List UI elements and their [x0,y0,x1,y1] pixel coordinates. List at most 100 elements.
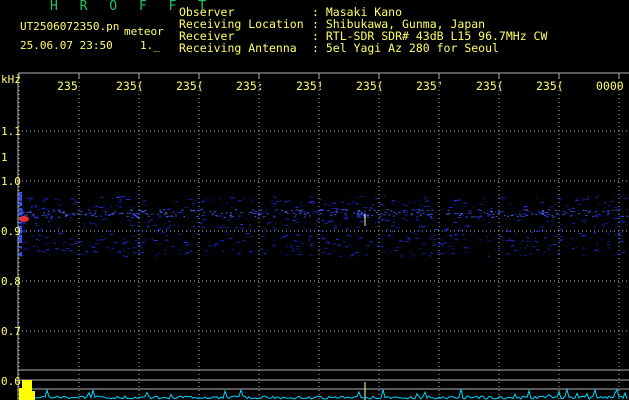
carrier-trace [384,211,387,213]
signal-trace [99,206,104,208]
signal-trace [69,238,74,240]
signal-trace [510,240,515,242]
signal-trace [264,211,268,213]
signal-trace [73,242,78,244]
signal-trace [31,235,35,237]
signal-trace [149,219,153,221]
signal-trace [109,234,114,235]
signal-trace [358,216,362,218]
freq-tick: 0.8 [1,275,21,288]
signal-trace [228,238,232,240]
signal-trace [542,254,544,256]
carrier-trace [43,212,45,214]
signal-trace [132,235,134,237]
signal-trace [89,241,91,243]
signal-trace [391,230,394,232]
signal-trace [452,248,455,250]
signal-trace [137,242,141,244]
signal-trace [431,235,433,237]
signal-trace [590,237,591,239]
signal-trace [272,215,277,217]
signal-trace [351,247,353,249]
signal-trace [70,198,75,200]
signal-trace [106,208,109,210]
freq-tick: 0.9 [1,225,21,238]
signal-trace [152,225,157,226]
signal-trace [166,235,169,237]
carrier-trace [85,213,88,215]
signal-trace [328,213,331,215]
signal-trace [333,243,336,245]
time-tick: 235 [57,79,78,93]
signal-trace [30,216,32,218]
signal-trace [530,231,533,233]
signal-trace [603,232,606,234]
signal-trace [64,242,68,244]
signal-trace [488,255,490,257]
signal-trace [429,217,433,219]
signal-trace [100,236,102,238]
signal-trace [104,238,106,240]
signal-trace [584,218,587,220]
signal-trace [502,240,504,242]
signal-trace [103,205,105,207]
carrier-trace [196,216,199,217]
signal-trace [586,198,590,200]
signal-trace [53,242,56,244]
signal-trace [178,252,180,254]
signal-trace [126,199,131,200]
carrier-trace [26,212,29,213]
signal-trace [601,238,603,239]
signal-trace [524,205,528,207]
signal-trace [29,207,32,209]
signal-trace [62,209,64,211]
carrier-trace [531,213,534,215]
signal-trace [395,247,400,249]
signal-trace [43,197,44,199]
signal-trace [75,201,79,203]
signal-trace [192,203,196,205]
signal-trace [582,222,587,224]
signal-trace [350,255,354,257]
carrier-trace [203,212,206,214]
signal-trace [454,234,458,236]
time-tick: 235( [476,79,504,93]
signal-trace [372,204,375,206]
signal-trace [398,240,403,242]
signal-trace [169,241,171,243]
signal-trace [139,239,141,241]
signal-trace [273,210,276,212]
signal-trace [412,254,415,256]
signal-trace [331,207,336,209]
carrier-trace [290,210,293,212]
signal-trace [268,250,270,252]
signal-trace [363,207,368,208]
signal-trace [33,205,37,207]
signal-trace [285,227,287,229]
signal-trace [101,209,104,211]
carrier-trace [215,215,218,216]
signal-trace [69,250,73,252]
signal-trace [123,249,124,251]
signal-trace [268,219,270,221]
signal-trace [336,209,337,211]
signal-trace [570,238,575,240]
signal-trace [445,225,447,227]
signal-trace [292,250,295,252]
carrier-trace [535,213,538,215]
signal-trace [380,246,383,248]
signal-trace [286,200,291,202]
carrier-trace [519,215,522,217]
signal-trace [570,244,571,245]
signal-trace [296,248,300,250]
signal-trace [543,230,546,232]
signal-trace [453,200,458,201]
signal-trace [71,216,72,218]
signal-trace [410,256,412,257]
signal-trace [45,243,50,245]
signal-trace [321,238,326,240]
signal-trace [317,249,321,250]
signal-trace [458,229,462,231]
signal-trace [364,254,369,256]
signal-trace [37,234,42,236]
